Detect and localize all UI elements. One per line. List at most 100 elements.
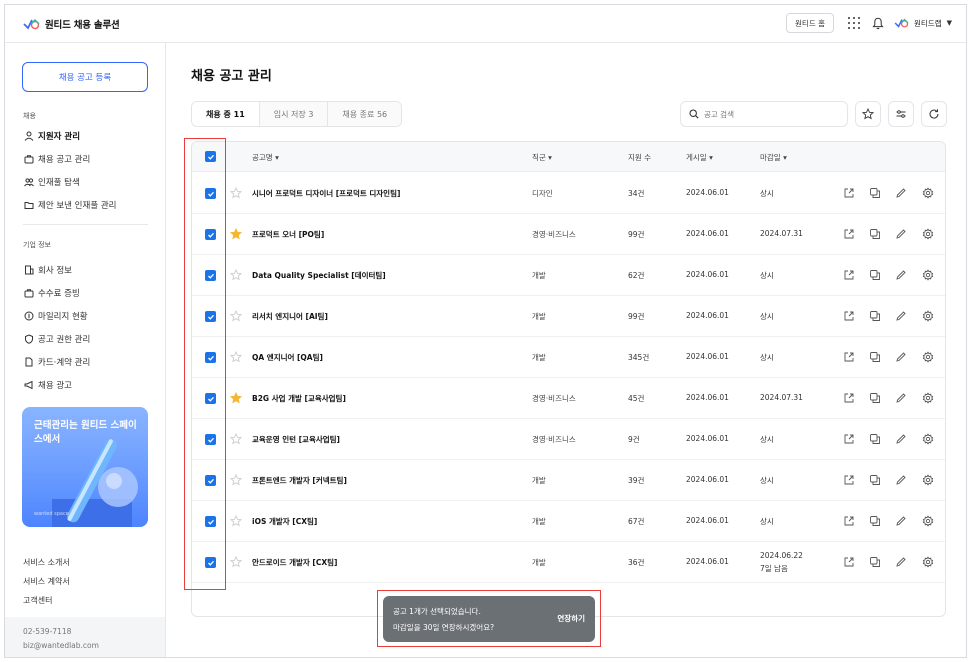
- copy-icon[interactable]: [869, 556, 881, 568]
- logo[interactable]: 원티드 채용 솔루션: [23, 17, 120, 31]
- service-intro-link[interactable]: 서비스 소개서: [23, 557, 70, 568]
- sidebar-item-fee-receipts[interactable]: 수수료 증빙: [23, 287, 80, 299]
- posting-title[interactable]: 안드로이드 개발자 [CX팀]: [252, 557, 337, 568]
- customer-center-link[interactable]: 고객센터: [23, 595, 52, 606]
- star-icon[interactable]: [230, 269, 242, 281]
- column-header-job[interactable]: 직군 ▾: [532, 152, 552, 163]
- settings-icon[interactable]: [922, 474, 934, 486]
- bell-icon[interactable]: [872, 17, 884, 30]
- sidebar-item-permissions[interactable]: 공고 권한 관리: [23, 333, 90, 345]
- table-row[interactable]: 안드로이드 개발자 [CX팀] 개발 36건 2024.06.01 2024.06.22…: [192, 542, 945, 583]
- edit-icon[interactable]: [895, 515, 907, 527]
- settings-icon[interactable]: [922, 269, 934, 281]
- copy-icon[interactable]: [869, 351, 881, 363]
- wanted-home-button[interactable]: 원티드 홈: [786, 13, 834, 33]
- edit-icon[interactable]: [895, 269, 907, 281]
- table-row[interactable]: 프론트엔드 개발자 [커넥트팀] 개발 39건 2024.06.01 상시: [192, 460, 945, 501]
- sidebar-item-card-contract[interactable]: 카드·계약 관리: [23, 356, 90, 368]
- edit-icon[interactable]: [895, 228, 907, 240]
- posting-title[interactable]: 리서치 엔지니어 [AI팀]: [252, 311, 328, 322]
- posting-title[interactable]: iOS 개발자 [CX팀]: [252, 516, 317, 527]
- posting-title[interactable]: 프로덕트 오너 [PO팀]: [252, 229, 324, 240]
- posting-title[interactable]: 시니어 프로덕트 디자이너 [프로덕트 디자인팀]: [252, 188, 400, 199]
- edit-icon[interactable]: [895, 310, 907, 322]
- table-row[interactable]: iOS 개발자 [CX팀] 개발 67건 2024.06.01 상시: [192, 501, 945, 542]
- external-link-icon[interactable]: [843, 269, 855, 281]
- table-row[interactable]: QA 엔지니어 [QA팀] 개발 345건 2024.06.01 상시: [192, 337, 945, 378]
- star-icon[interactable]: [230, 351, 242, 363]
- column-header-posted[interactable]: 게시일 ▾: [686, 152, 713, 163]
- favorite-filter-button[interactable]: [855, 101, 881, 127]
- settings-icon[interactable]: [922, 310, 934, 322]
- settings-icon[interactable]: [922, 228, 934, 240]
- table-row[interactable]: 프로덕트 오너 [PO팀] 경영·비즈니스 99건 2024.06.01 2024.07…: [192, 214, 945, 255]
- tab-drafts[interactable]: 임시 저장 3: [259, 102, 329, 126]
- post-job-button[interactable]: 채용 공고 등록: [22, 62, 148, 92]
- column-header-deadline[interactable]: 마감일 ▾: [760, 152, 787, 163]
- filter-settings-button[interactable]: [888, 101, 914, 127]
- star-icon[interactable]: [230, 392, 242, 404]
- external-link-icon[interactable]: [843, 433, 855, 445]
- edit-icon[interactable]: [895, 474, 907, 486]
- apps-grid-icon[interactable]: [848, 17, 860, 29]
- sidebar-item-applicants[interactable]: 지원자 관리: [23, 130, 80, 142]
- external-link-icon[interactable]: [843, 228, 855, 240]
- settings-icon[interactable]: [922, 433, 934, 445]
- sidebar-item-mileage[interactable]: 마일리지 현황: [23, 310, 88, 322]
- edit-icon[interactable]: [895, 433, 907, 445]
- table-row[interactable]: 리서치 엔지니어 [AI팀] 개발 99건 2024.06.01 상시: [192, 296, 945, 337]
- search-input[interactable]: [704, 109, 834, 119]
- copy-icon[interactable]: [869, 433, 881, 445]
- edit-icon[interactable]: [895, 187, 907, 199]
- external-link-icon[interactable]: [843, 556, 855, 568]
- star-icon[interactable]: [230, 228, 242, 240]
- star-icon[interactable]: [230, 556, 242, 568]
- sidebar-item-company-info[interactable]: 회사 정보: [23, 264, 72, 276]
- table-row[interactable]: B2G 사업 개발 [교육사업팀] 경영·비즈니스 45건 2024.06.01 202…: [192, 378, 945, 419]
- star-icon[interactable]: [230, 474, 242, 486]
- copy-icon[interactable]: [869, 187, 881, 199]
- edit-icon[interactable]: [895, 556, 907, 568]
- settings-icon[interactable]: [922, 392, 934, 404]
- posting-title[interactable]: B2G 사업 개발 [교육사업팀]: [252, 393, 346, 404]
- posting-title[interactable]: QA 엔지니어 [QA팀]: [252, 352, 323, 363]
- sidebar-item-job-postings[interactable]: 채용 공고 관리: [23, 153, 90, 165]
- star-icon[interactable]: [230, 187, 242, 199]
- copy-icon[interactable]: [869, 392, 881, 404]
- star-icon[interactable]: [230, 515, 242, 527]
- copy-icon[interactable]: [869, 310, 881, 322]
- copy-icon[interactable]: [869, 515, 881, 527]
- settings-icon[interactable]: [922, 351, 934, 363]
- sidebar-item-recruit-ads[interactable]: 채용 광고: [23, 379, 72, 391]
- star-icon[interactable]: [230, 310, 242, 322]
- copy-icon[interactable]: [869, 269, 881, 281]
- external-link-icon[interactable]: [843, 474, 855, 486]
- sidebar-item-sent-proposals[interactable]: 제안 보낸 인재풀 관리: [23, 199, 117, 211]
- settings-icon[interactable]: [922, 515, 934, 527]
- external-link-icon[interactable]: [843, 515, 855, 527]
- tab-active-postings[interactable]: 채용 중 11: [192, 102, 260, 126]
- service-contract-link[interactable]: 서비스 계약서: [23, 576, 70, 587]
- refresh-button[interactable]: [921, 101, 947, 127]
- tab-closed[interactable]: 채용 종료 56: [328, 102, 402, 126]
- external-link-icon[interactable]: [843, 351, 855, 363]
- edit-icon[interactable]: [895, 392, 907, 404]
- posting-title[interactable]: 프론트엔드 개발자 [커넥트팀]: [252, 475, 347, 486]
- external-link-icon[interactable]: [843, 392, 855, 404]
- copy-icon[interactable]: [869, 228, 881, 240]
- copy-icon[interactable]: [869, 474, 881, 486]
- table-row[interactable]: 시니어 프로덕트 디자이너 [프로덕트 디자인팀] 디자인 34건 2024.06.0…: [192, 173, 945, 214]
- posting-title[interactable]: 교육운영 인턴 [교육사업팀]: [252, 434, 340, 445]
- promo-banner[interactable]: 근태관리는 원티드 스페이스에서 wanted space: [22, 407, 148, 527]
- column-header-title[interactable]: 공고명 ▾: [252, 152, 279, 163]
- posting-title[interactable]: Data Quality Specialist [데이터팀]: [252, 270, 386, 281]
- star-icon[interactable]: [230, 433, 242, 445]
- external-link-icon[interactable]: [843, 310, 855, 322]
- external-link-icon[interactable]: [843, 187, 855, 199]
- settings-icon[interactable]: [922, 556, 934, 568]
- table-row[interactable]: Data Quality Specialist [데이터팀] 개발 62건 2024.…: [192, 255, 945, 296]
- table-row[interactable]: 교육운영 인턴 [교육사업팀] 경영·비즈니스 9건 2024.06.01 상시: [192, 419, 945, 460]
- user-menu[interactable]: 원티드랩 ▼: [894, 17, 952, 29]
- edit-icon[interactable]: [895, 351, 907, 363]
- settings-icon[interactable]: [922, 187, 934, 199]
